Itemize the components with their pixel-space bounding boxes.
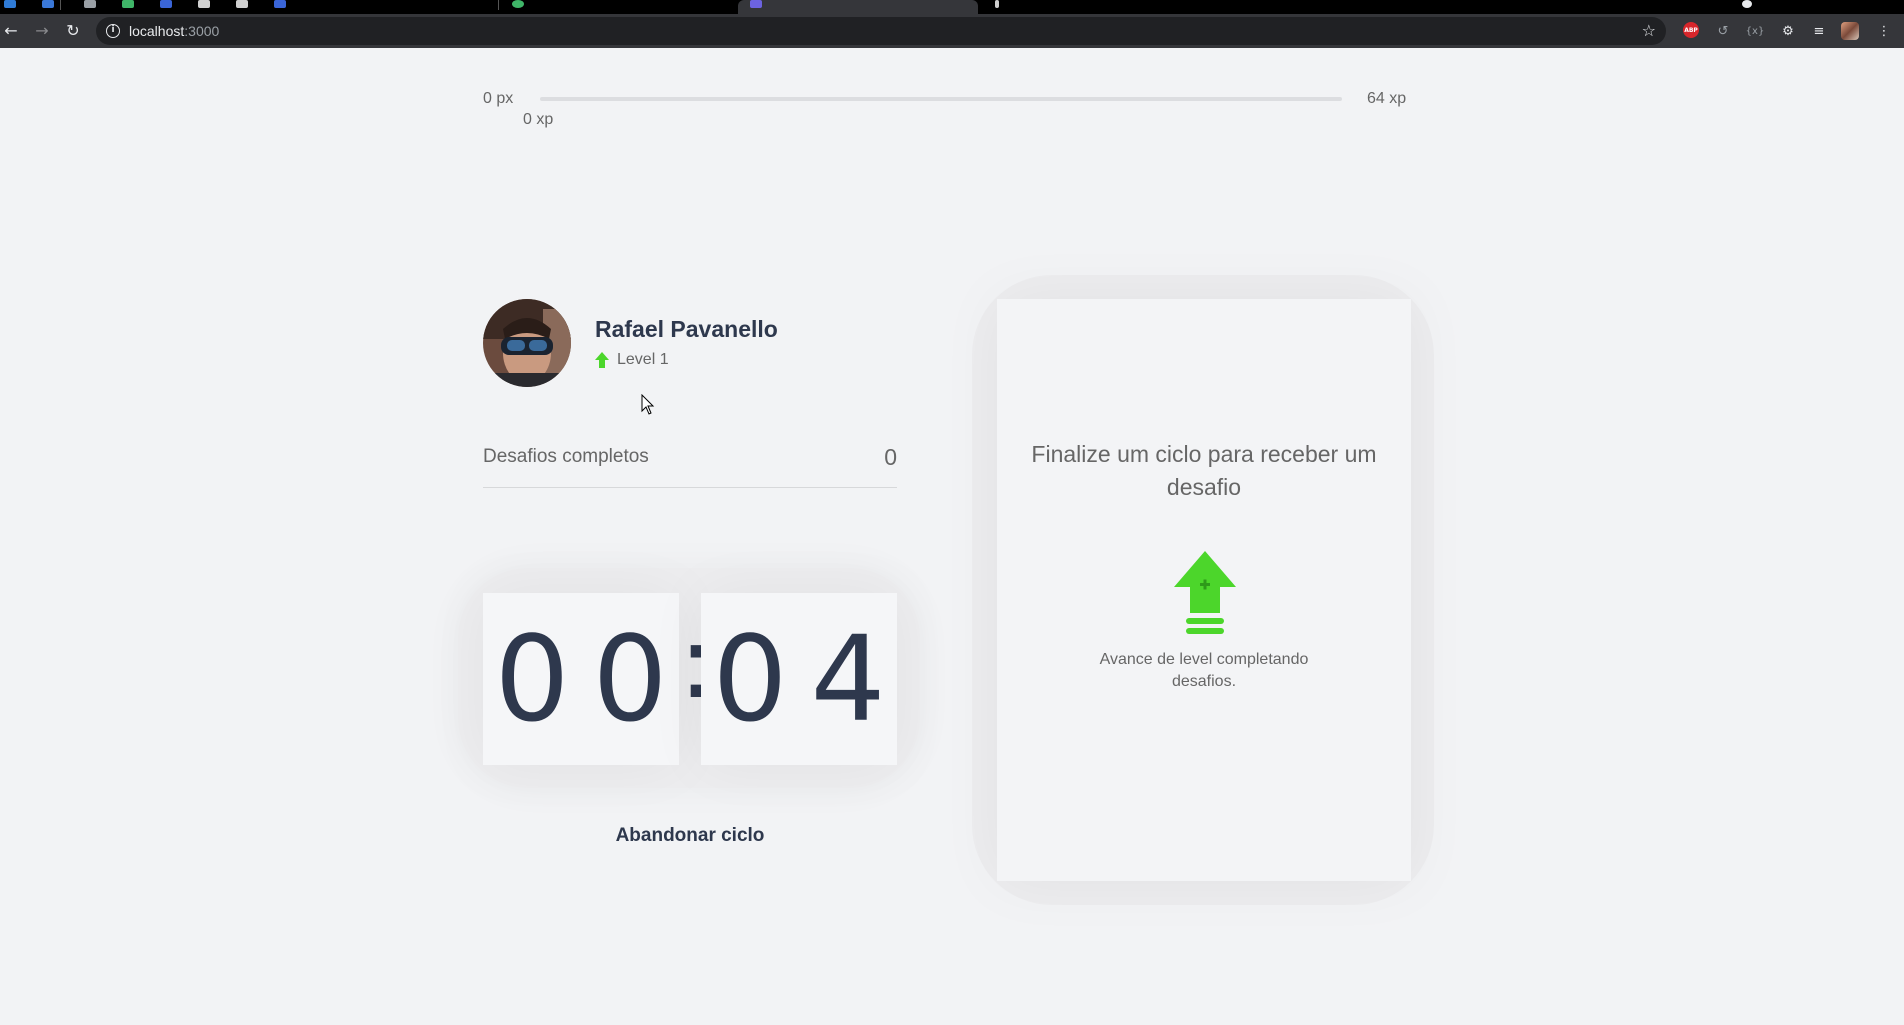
browser-toolbar: ← → ↻ i localhost:3000 ☆ ABP ↺ {x} ⚙ ≡ ⋮ xyxy=(0,14,1904,48)
user-name: Rafael Pavanello xyxy=(595,316,778,342)
tab-separator xyxy=(498,0,499,10)
user-level: Level 1 xyxy=(617,351,669,368)
mouse-cursor-icon xyxy=(641,394,655,415)
url-host: localhost xyxy=(129,23,185,39)
tab-favicon[interactable] xyxy=(236,0,248,8)
minute-tens-digit: 0 xyxy=(494,610,570,748)
level-up-icon xyxy=(1174,551,1236,634)
tab-favicon[interactable] xyxy=(42,0,54,8)
back-arrow-icon[interactable]: ← xyxy=(0,20,22,42)
avatar xyxy=(483,299,571,387)
extensions-puzzle-icon[interactable]: ⚙ xyxy=(1779,22,1797,40)
abandon-cycle-button[interactable]: Abandonar ciclo xyxy=(610,816,770,856)
tab-favicon[interactable] xyxy=(274,0,286,8)
tab-separator xyxy=(60,0,61,10)
reload-icon[interactable]: ↻ xyxy=(62,20,84,42)
xp-current-label: 0 xp xyxy=(523,111,554,128)
completed-challenges: Desafios completos 0 xyxy=(483,444,897,488)
xp-progress-bar xyxy=(540,97,1342,101)
url-port: :3000 xyxy=(184,23,220,39)
minute-ones-digit: 0 xyxy=(592,610,668,748)
completed-challenges-count: 0 xyxy=(884,444,897,470)
tab-favicon[interactable] xyxy=(4,0,16,8)
forward-arrow-icon[interactable]: → xyxy=(31,20,53,42)
challenge-box: Finalize um ciclo para receber um desafi… xyxy=(997,299,1411,881)
tab-favicon[interactable] xyxy=(198,0,210,8)
url-text[interactable]: localhost:3000 xyxy=(129,23,219,39)
completed-challenges-label: Desafios completos xyxy=(483,446,649,467)
page-content: 0 px 0 xp 64 xp Rafael Pavanello Level 1… xyxy=(0,48,1904,1025)
tab-favicon[interactable] xyxy=(995,0,999,8)
tab-favicon[interactable] xyxy=(160,0,172,8)
bookmark-star-icon[interactable]: ☆ xyxy=(1642,21,1656,40)
level-up-arrow-icon xyxy=(595,352,609,368)
menu-kebab-icon[interactable]: ⋮ xyxy=(1875,22,1893,40)
level-row: Level 1 xyxy=(595,351,669,369)
tab-favicon[interactable] xyxy=(1742,0,1752,8)
extension-bracket-icon[interactable]: {x} xyxy=(1746,22,1765,40)
xp-min-label: 0 px xyxy=(483,90,514,107)
profile-avatar-icon[interactable] xyxy=(1841,22,1859,40)
browser-tab-strip xyxy=(0,0,1904,14)
extension-refresh-icon[interactable]: ↺ xyxy=(1714,22,1732,40)
tab-favicon[interactable] xyxy=(84,0,96,8)
second-ones-digit: 4 xyxy=(810,610,886,748)
site-info-icon[interactable]: i xyxy=(106,24,120,38)
challenge-empty-description: Avance de level completando desafios. xyxy=(1099,651,1309,690)
adblock-plus-icon[interactable]: ABP xyxy=(1683,22,1699,38)
tab-favicon[interactable] xyxy=(122,0,134,8)
countdown-seconds: 0 4 xyxy=(701,593,897,765)
tab-favicon[interactable] xyxy=(512,0,524,8)
tab-favicon xyxy=(750,0,762,8)
active-tab[interactable] xyxy=(738,0,978,14)
media-queue-icon[interactable]: ≡ xyxy=(1810,22,1828,40)
challenge-empty-title: Finalize um ciclo para receber um desafi… xyxy=(1031,441,1377,500)
second-tens-digit: 0 xyxy=(712,610,788,748)
address-bar[interactable]: i localhost:3000 ☆ xyxy=(96,17,1666,45)
xp-max-label: 64 xp xyxy=(1367,90,1407,107)
countdown-minutes: 0 0 xyxy=(483,593,679,765)
